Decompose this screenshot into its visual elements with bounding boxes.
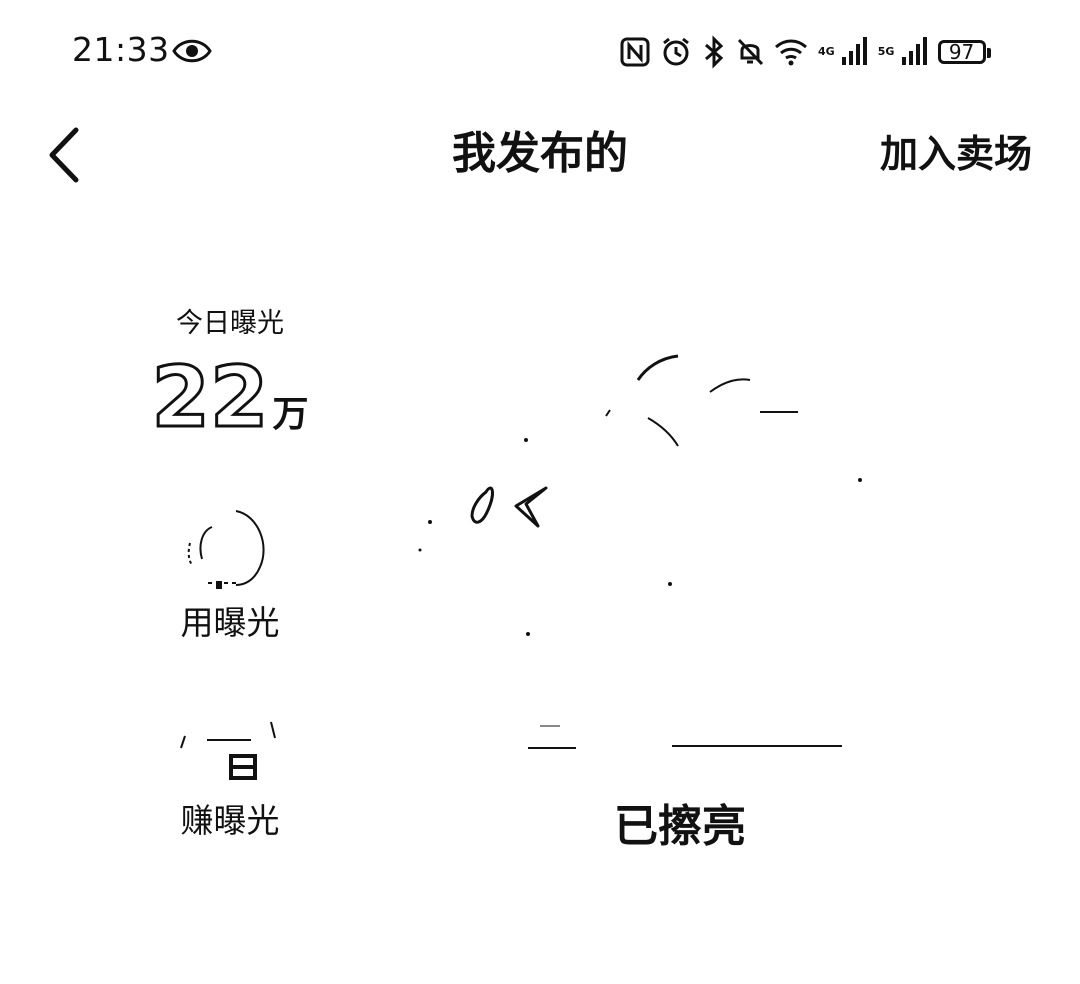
nfc-icon <box>620 37 650 67</box>
net-5g-label: 5G <box>877 45 895 58</box>
status-icons: 4G 5G 97 <box>620 30 991 74</box>
join-market-button[interactable]: 加入卖场 <box>880 128 1032 180</box>
today-exposure-number: 22 <box>150 348 270 446</box>
use-exposure-label[interactable]: 用曝光 <box>120 600 340 646</box>
polish-illustration <box>418 354 862 749</box>
polished-status-label: 已擦亮 <box>614 801 746 852</box>
bluetooth-icon <box>705 35 724 69</box>
use-exposure-icon[interactable] <box>178 505 278 597</box>
battery-indicator: 97 <box>937 40 991 64</box>
eye-icon <box>172 39 212 63</box>
wifi-icon <box>775 39 807 66</box>
mute-icon <box>737 38 764 66</box>
net-4g-label: 4G <box>818 45 835 58</box>
status-time: 21:33 <box>72 30 170 69</box>
signal-4g-icon: 4G <box>818 35 868 69</box>
signal-5g-icon: 5G <box>878 35 928 69</box>
earn-exposure-label[interactable]: 赚曝光 <box>120 798 340 844</box>
today-exposure-unit: 万 <box>272 394 309 435</box>
earn-exposure-icon[interactable] <box>175 708 285 784</box>
today-exposure-label: 今日曝光 <box>176 308 284 339</box>
alarm-icon <box>663 37 689 66</box>
today-exposure-value: 22 万 <box>120 351 340 444</box>
